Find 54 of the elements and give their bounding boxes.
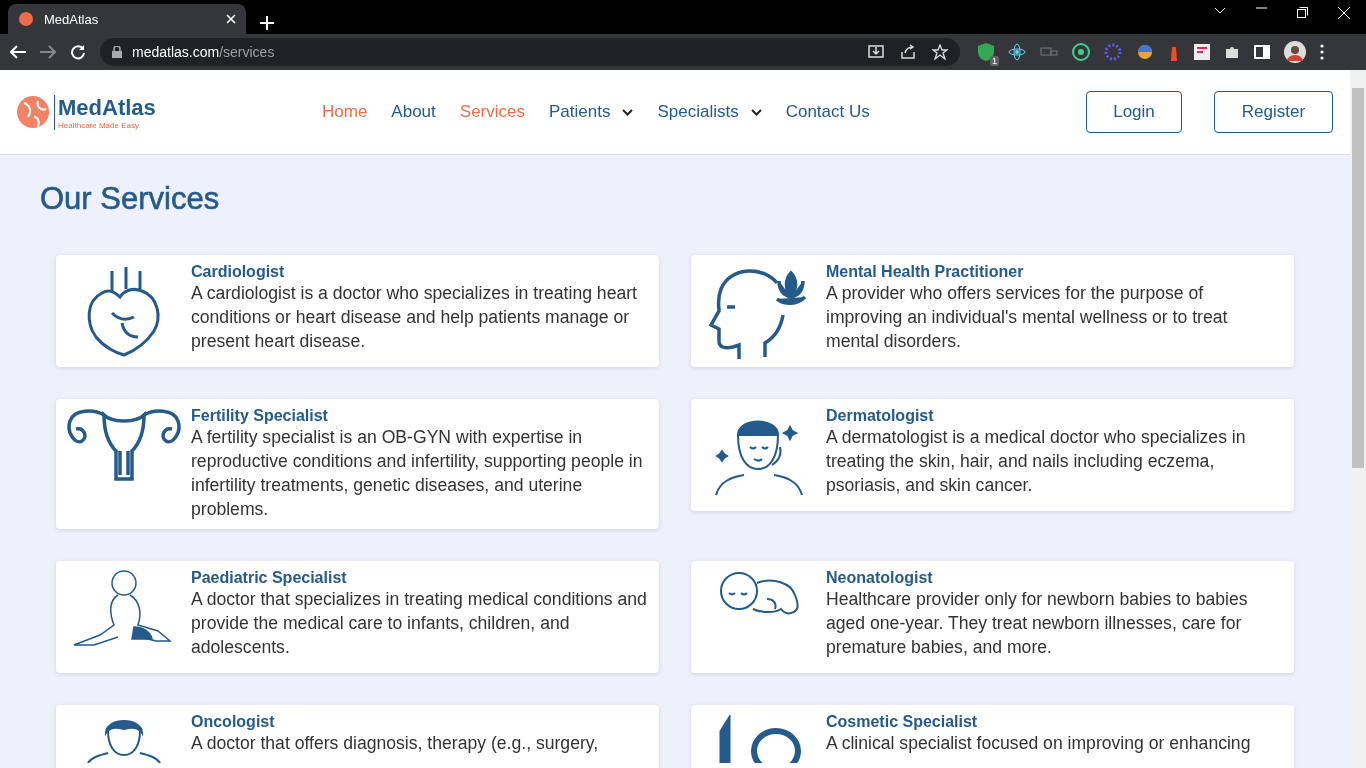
avatar-icon[interactable] [1284, 41, 1306, 63]
service-description: A doctor that offers diagnosis, therapy (e.g., surgery, [191, 732, 600, 755]
shield-icon[interactable] [978, 43, 994, 61]
address-bar[interactable]: medatlas.com/services [100, 38, 960, 66]
tab-search-icon[interactable] [1214, 7, 1226, 15]
nav-link[interactable]: About [391, 102, 436, 122]
scrollbar-thumb[interactable] [1352, 88, 1364, 468]
service-title[interactable]: Cardiologist [191, 263, 647, 281]
close-icon[interactable] [226, 14, 236, 24]
nav-link[interactable]: Specialists [657, 102, 739, 122]
uterus-icon [65, 407, 182, 483]
logo-tagline: Healthcare Made Easy [58, 120, 140, 130]
chevron-down-icon [622, 108, 634, 116]
scrollbar[interactable] [1350, 70, 1366, 768]
new-tab-icon[interactable] [260, 16, 274, 30]
nav-link[interactable]: Contact Us [785, 102, 870, 122]
share-icon[interactable] [900, 44, 916, 60]
menu-icon[interactable] [1320, 44, 1324, 60]
browser-tab[interactable]: MedAtlas [8, 4, 246, 34]
lock-icon [112, 46, 122, 58]
service-title[interactable]: Oncologist [191, 713, 647, 731]
close-icon[interactable] [1338, 7, 1350, 19]
service-description: A provider who offers services for the purpose of improving an individual's mental wellness or to treat mental disorders. [826, 282, 1229, 353]
forward-icon[interactable] [40, 45, 56, 59]
chevron-down-icon [750, 108, 762, 116]
logo-text[interactable]: MedAtlas [58, 94, 156, 121]
extension-badge: 1 [990, 56, 999, 66]
reload-icon[interactable] [70, 44, 86, 60]
service-title[interactable]: Fertility Specialist [191, 407, 647, 425]
nav-link[interactable]: Patients [549, 102, 611, 122]
service-title[interactable]: Dermatologist [826, 407, 1282, 425]
login-button[interactable]: Login [1086, 91, 1182, 133]
side-panel-icon[interactable] [1254, 45, 1270, 59]
service-title[interactable]: Cosmetic Specialist [826, 713, 1282, 731]
service-description: A cardiologist is a doctor who specializes in treating heart conditions or heart disease and help patients manage or present heart disease. [191, 282, 638, 353]
service-description: A fertility specialist is an OB-GYN with expertise in reproductive conditions and infertility, supporting people in infertility treatments, genetic diseases, and uterine problems. [191, 426, 644, 521]
back-icon[interactable] [10, 45, 26, 59]
service-title[interactable]: Paediatric Specialist [191, 569, 647, 587]
service-description: A doctor that specializes in treating medical conditions and provide the medical care to infants, children, and adolescents. [191, 588, 647, 659]
register-button[interactable]: Register [1214, 91, 1333, 133]
note-icon[interactable] [1194, 44, 1210, 60]
service-description: A dermatologist is a medical doctor who specializes in treating the skin, hair, and nails including eczema, psoriasis, and skin cancer. [826, 426, 1247, 497]
restore-icon[interactable] [1297, 7, 1308, 18]
url-text: medatlas.com/services [132, 44, 275, 60]
service-title[interactable]: Neonatologist [826, 569, 1282, 587]
star-icon[interactable] [932, 44, 948, 60]
atom-icon[interactable] [1008, 43, 1026, 61]
sunburst-icon[interactable] [1104, 43, 1122, 61]
install-icon[interactable] [868, 44, 884, 60]
page-title: Our Services [40, 181, 221, 217]
service-description: A clinical specialist focused on improving or enhancing [826, 732, 1252, 755]
target-icon[interactable] [1072, 43, 1090, 61]
service-description: Healthcare provider only for newborn babies to babies aged one-year. They treat newborn illnesses, care for premature babies, and more. [826, 588, 1249, 659]
service-title[interactable]: Mental Health Practitioner [826, 263, 1282, 281]
